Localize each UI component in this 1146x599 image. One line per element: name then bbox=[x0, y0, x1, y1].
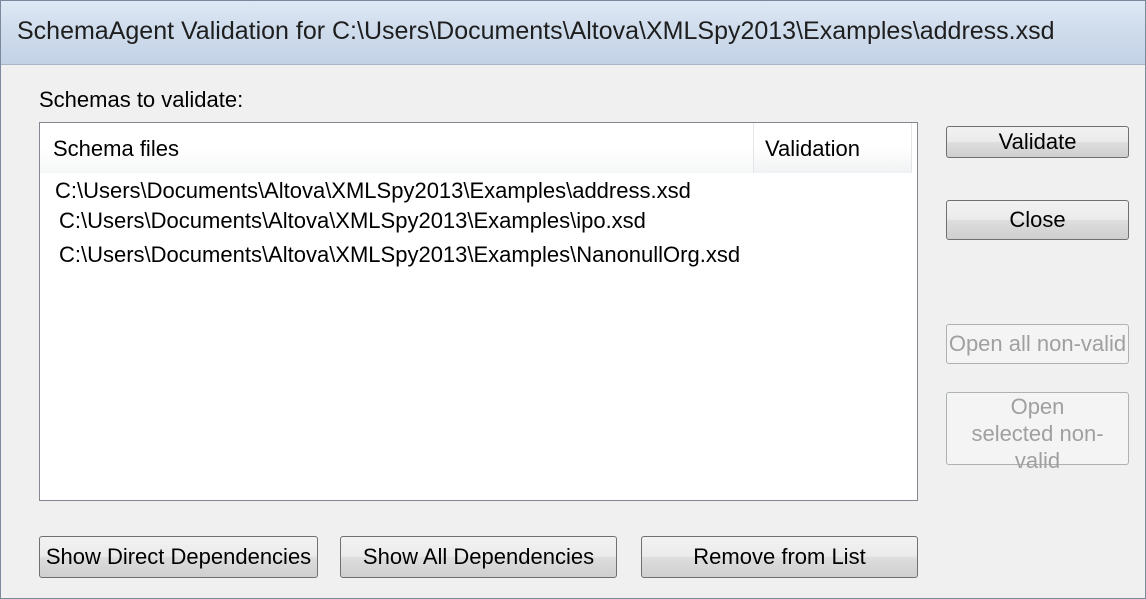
validate-button[interactable]: Validate bbox=[946, 126, 1129, 158]
column-header-validation[interactable]: Validation bbox=[754, 123, 912, 173]
list-item[interactable]: C:\Users\Documents\Altova\XMLSpy2013\Exa… bbox=[55, 178, 691, 204]
schema-file-path: C:\Users\Documents\Altova\XMLSpy2013\Exa… bbox=[59, 242, 741, 267]
schema-files-list[interactable]: Schema files Validation C:\Users\Documen… bbox=[39, 122, 918, 501]
open-all-nonvalid-button[interactable]: Open all non-valid bbox=[946, 324, 1129, 364]
column-header-schema-files[interactable]: Schema files bbox=[40, 123, 754, 173]
schema-file-path: C:\Users\Documents\Altova\XMLSpy2013\Exa… bbox=[59, 208, 646, 233]
schemaagent-validation-dialog: SchemaAgent Validation for C:\Users\Docu… bbox=[0, 0, 1146, 599]
schema-file-path: C:\Users\Documents\Altova\XMLSpy2013\Exa… bbox=[55, 178, 691, 203]
remove-from-list-button[interactable]: Remove from List bbox=[641, 536, 918, 578]
title-bar[interactable]: SchemaAgent Validation for C:\Users\Docu… bbox=[1, 1, 1145, 65]
schemas-to-validate-label: Schemas to validate: bbox=[39, 87, 244, 112]
list-item[interactable]: C:\Users\Documents\Altova\XMLSpy2013\Exa… bbox=[59, 242, 740, 268]
show-direct-dependencies-button[interactable]: Show Direct Dependencies bbox=[39, 536, 318, 578]
list-header: Schema files Validation bbox=[40, 123, 917, 173]
window-title: SchemaAgent Validation for C:\Users\Docu… bbox=[17, 17, 1055, 45]
close-button[interactable]: Close bbox=[946, 200, 1129, 240]
list-item[interactable]: C:\Users\Documents\Altova\XMLSpy2013\Exa… bbox=[59, 208, 646, 234]
open-selected-nonvalid-button[interactable]: Open selected non-valid bbox=[946, 392, 1129, 473]
show-all-dependencies-button[interactable]: Show All Dependencies bbox=[340, 536, 617, 578]
